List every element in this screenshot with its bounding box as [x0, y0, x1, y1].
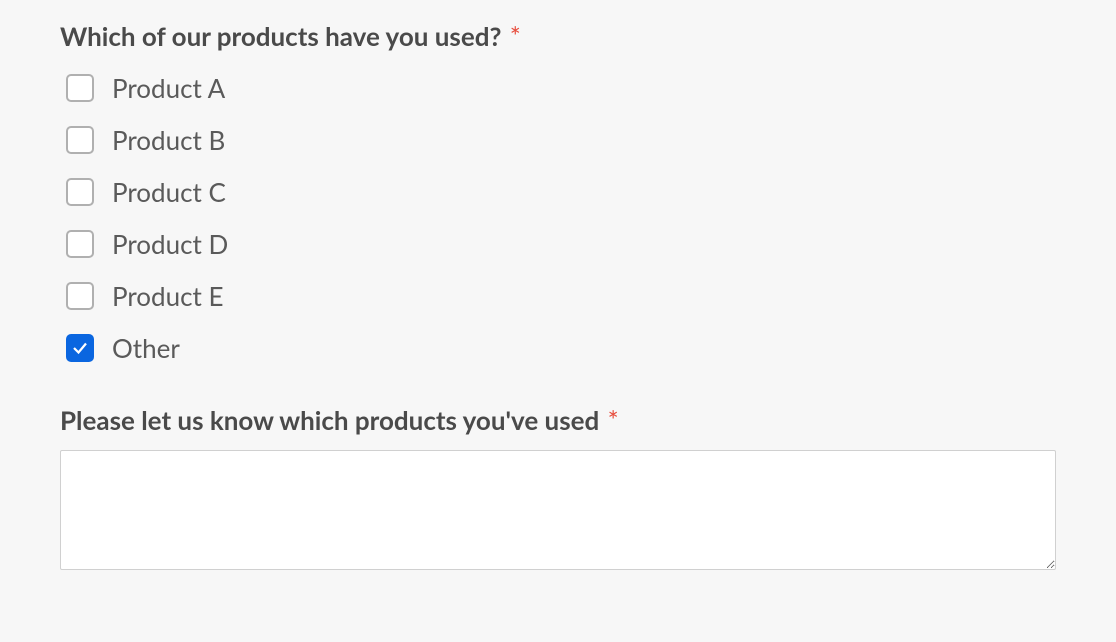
option-item[interactable]: Product D [60, 228, 1056, 260]
option-label: Other [112, 332, 180, 364]
option-item[interactable]: Product C [60, 176, 1056, 208]
option-item[interactable]: Product E [60, 280, 1056, 312]
followup-title-text: Please let us know which products you've… [60, 404, 599, 436]
checkbox[interactable] [66, 74, 94, 102]
followup-question: Please let us know which products you've… [60, 404, 1056, 574]
question-title: Which of our products have you used? * [60, 20, 1056, 54]
checkbox[interactable] [66, 334, 94, 362]
checkmark-icon [71, 339, 89, 357]
option-item[interactable]: Other [60, 332, 1056, 364]
option-label: Product B [112, 124, 225, 156]
option-label: Product E [112, 280, 224, 312]
option-item[interactable]: Product A [60, 72, 1056, 104]
required-asterisk-icon: * [608, 404, 619, 436]
question-title-text: Which of our products have you used? [60, 20, 501, 52]
checkbox[interactable] [66, 282, 94, 310]
options-list: Product A Product B Product C Product D Prod… [60, 72, 1056, 364]
required-asterisk-icon: * [510, 20, 521, 52]
checkbox[interactable] [66, 230, 94, 258]
option-label: Product D [112, 228, 228, 260]
option-item[interactable]: Product B [60, 124, 1056, 156]
option-label: Product C [112, 176, 226, 208]
products-used-question: Which of our products have you used? * P… [60, 20, 1056, 364]
option-label: Product A [112, 72, 225, 104]
checkbox[interactable] [66, 178, 94, 206]
checkbox[interactable] [66, 126, 94, 154]
other-products-textarea[interactable] [60, 450, 1056, 570]
followup-title: Please let us know which products you've… [60, 404, 1056, 436]
